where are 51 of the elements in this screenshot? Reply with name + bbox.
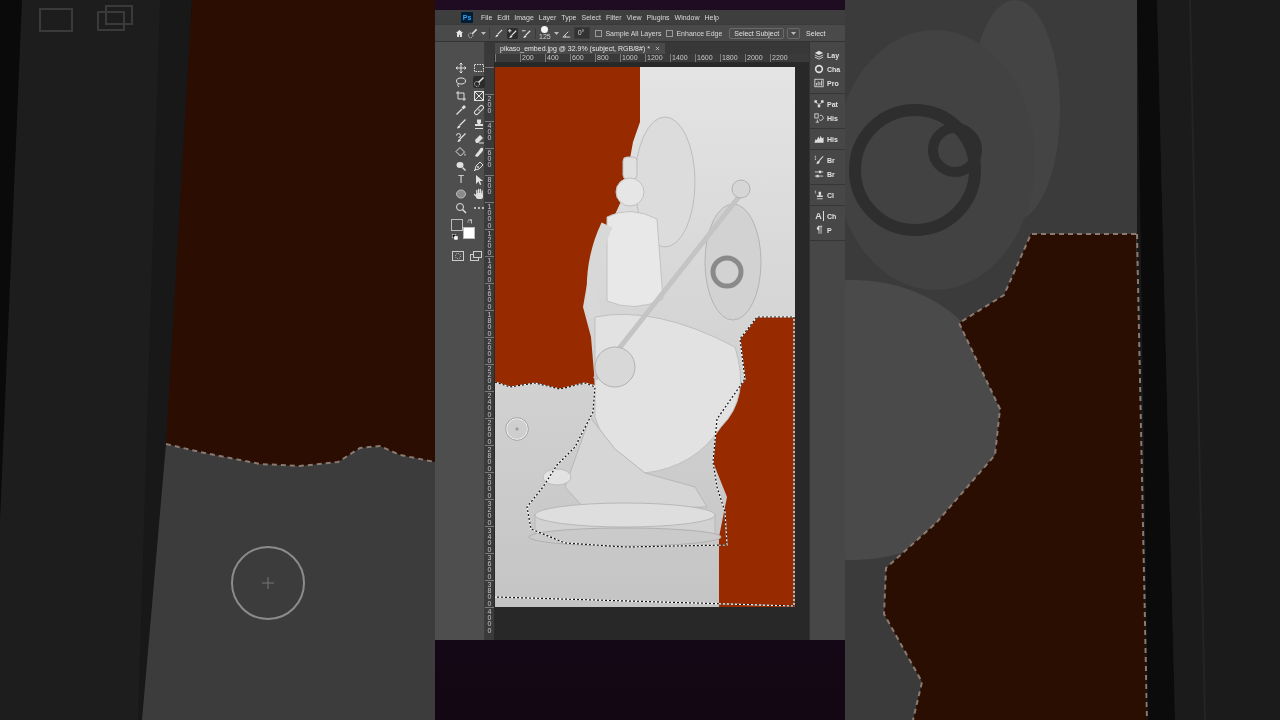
move-icon[interactable]: [455, 62, 467, 74]
brushes-icon: [814, 155, 824, 165]
brush-settings-icon: [814, 169, 824, 179]
crop-icon[interactable]: [455, 90, 467, 102]
paths-icon: [814, 99, 824, 109]
type-icon[interactable]: T: [455, 174, 467, 186]
properties-icon: [814, 78, 824, 88]
quick-selection-icon[interactable]: [467, 27, 478, 39]
history-brush-icon[interactable]: [455, 132, 467, 144]
brush-plus-icon[interactable]: [507, 27, 518, 39]
channels-icon: [814, 64, 824, 74]
clone-source-icon: [814, 190, 824, 200]
checkbox[interactable]: [666, 29, 674, 37]
histogram-icon: [814, 134, 824, 144]
hand-icon[interactable]: [473, 188, 485, 200]
background-color-swatch[interactable]: [463, 227, 475, 239]
paint-bucket-icon[interactable]: [455, 146, 467, 158]
brush-icon[interactable]: [455, 118, 467, 130]
paragraph-icon: [814, 225, 824, 235]
quick-mask-icon[interactable]: [452, 251, 464, 261]
checkbox[interactable]: [595, 29, 603, 37]
frame-icon[interactable]: [473, 90, 485, 102]
smudge-icon[interactable]: [473, 146, 485, 158]
caret-icon[interactable]: [553, 31, 559, 35]
close-icon[interactable]: [654, 46, 660, 51]
ellipse-icon[interactable]: [455, 188, 467, 200]
home-icon[interactable]: [455, 28, 464, 38]
quick-selection-icon[interactable]: [473, 76, 485, 88]
arrow-cursor-icon[interactable]: [473, 174, 485, 186]
screen-mode-icon[interactable]: [470, 251, 482, 261]
default-colors-icon[interactable]: [452, 234, 458, 240]
dropdown-button[interactable]: [787, 27, 801, 39]
history-icon: [814, 113, 824, 123]
caret-icon[interactable]: [481, 31, 486, 35]
swap-colors-icon[interactable]: [467, 219, 473, 225]
foreground-color-swatch[interactable]: [451, 219, 463, 231]
zoom-icon[interactable]: [455, 202, 467, 214]
bandage-icon[interactable]: [473, 104, 485, 116]
lasso-icon[interactable]: [455, 76, 467, 88]
marquee-icon[interactable]: [473, 62, 485, 74]
eraser-icon[interactable]: [473, 132, 485, 144]
caret-icon: [791, 31, 797, 35]
pen-icon[interactable]: [473, 160, 485, 172]
dodge-icon[interactable]: [455, 160, 467, 172]
brush-tip-icon: [541, 26, 549, 33]
layers-icon: [814, 50, 824, 60]
brush-minus-icon[interactable]: [521, 27, 532, 39]
stamp-icon[interactable]: [473, 118, 485, 130]
brush-mode-icon[interactable]: [493, 27, 504, 39]
brush-cursor-icon: [505, 417, 529, 441]
eyedropper-icon[interactable]: [455, 104, 467, 116]
